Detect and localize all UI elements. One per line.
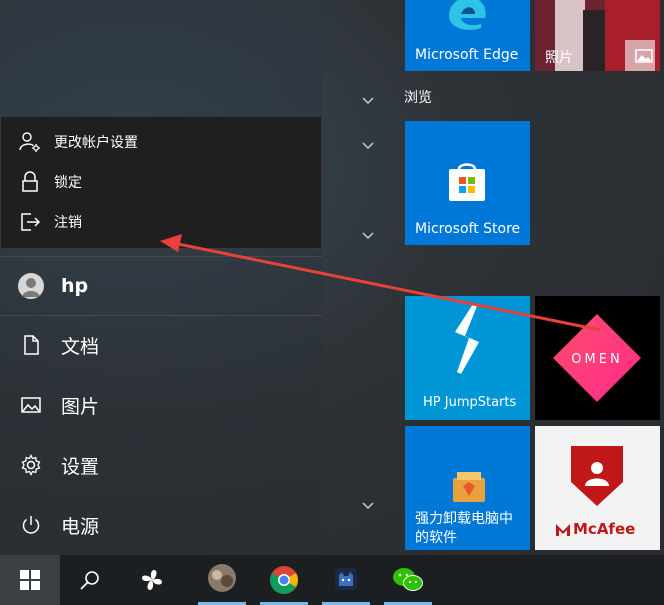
- tile-hp-jumpstarts[interactable]: HP JumpStarts: [405, 296, 530, 420]
- nav-documents-label: 文档: [61, 335, 100, 358]
- menu-item-change-account-settings[interactable]: 更改帐户设置: [1, 122, 321, 162]
- cat-app-icon: [335, 568, 357, 590]
- group-collapse-chevron-2[interactable]: [360, 140, 376, 152]
- group-collapse-chevron-3[interactable]: [360, 230, 376, 242]
- taskbar-app-cat[interactable]: [318, 555, 374, 605]
- nav-user-hp[interactable]: hp: [0, 256, 322, 316]
- nav-power-label: 电源: [61, 515, 100, 538]
- edge-icon: [449, 0, 486, 30]
- uninstaller-icon: [453, 472, 485, 502]
- nav-pictures[interactable]: 图片: [0, 376, 322, 434]
- taskbar-app-chrome[interactable]: [256, 555, 312, 605]
- tile-uninstaller-label-line1: 强力卸载电脑中: [415, 511, 513, 527]
- hp-jumpstarts-logo-icon: [455, 304, 479, 374]
- picture-icon: [21, 397, 41, 413]
- photo-app-icon: [208, 564, 236, 592]
- taskbar-app-wechat[interactable]: [380, 555, 436, 605]
- menu-item-label: 更改帐户设置: [54, 135, 138, 151]
- lock-icon: [22, 171, 38, 192]
- menu-item-lock[interactable]: 锁定: [1, 162, 321, 202]
- group-collapse-chevron-1[interactable]: [360, 95, 376, 107]
- omen-logo-icon: OMEN: [553, 314, 641, 402]
- document-icon: [24, 335, 39, 355]
- tile-uninstaller[interactable]: 强力卸载电脑中 的软件: [405, 426, 530, 550]
- search-icon: [80, 571, 99, 590]
- tile-microsoft-edge[interactable]: Microsoft Edge: [405, 0, 530, 71]
- tile-photos-label: 照片: [545, 50, 573, 66]
- tile-group-title-browse[interactable]: 浏览: [404, 87, 432, 107]
- tile-edge-label: Microsoft Edge: [415, 47, 519, 63]
- windows-start-icon: [20, 570, 40, 590]
- avatar: [18, 273, 44, 299]
- tile-hp-jumpstarts-label: HP JumpStarts: [423, 395, 517, 410]
- nav-settings-label: 设置: [61, 455, 100, 478]
- taskbar-start-button[interactable]: [0, 555, 60, 605]
- taskbar: [0, 555, 664, 605]
- taskbar-app-photos[interactable]: [194, 555, 250, 605]
- wechat-icon: [393, 568, 423, 591]
- power-icon: [22, 516, 40, 534]
- menu-item-label: 锁定: [54, 175, 82, 191]
- nav-power[interactable]: 电源: [0, 496, 322, 554]
- nav-documents[interactable]: 文档: [0, 316, 322, 374]
- mcafee-m-logo-icon: [556, 524, 570, 536]
- tile-store-label: Microsoft Store: [415, 221, 521, 237]
- menu-item-sign-out[interactable]: 注销: [1, 202, 321, 242]
- mcafee-shield-icon: [571, 446, 623, 506]
- chrome-icon: [270, 566, 298, 594]
- tile-microsoft-store[interactable]: Microsoft Store: [405, 121, 530, 245]
- photos-icon: [635, 49, 653, 63]
- tile-photos[interactable]: 照片: [535, 0, 660, 71]
- store-bag-icon: [449, 163, 485, 201]
- sign-out-icon: [21, 213, 41, 231]
- omen-logo-text: OMEN: [571, 352, 622, 367]
- account-popup-menu: 更改帐户设置 锁定 注销: [0, 116, 322, 249]
- menu-item-label: 注销: [54, 215, 82, 231]
- gear-icon: [21, 454, 41, 476]
- group-collapse-chevron-4[interactable]: [360, 500, 376, 512]
- tile-mcafee-label: McAfee: [573, 520, 636, 538]
- tile-uninstaller-label-line2: 的软件: [415, 530, 457, 546]
- tile-omen[interactable]: OMEN: [535, 296, 660, 420]
- taskbar-search-button[interactable]: [62, 555, 118, 605]
- pinwheel-app-icon: [141, 569, 163, 591]
- user-name: hp: [61, 275, 89, 297]
- tile-mcafee[interactable]: McAfee: [535, 426, 660, 550]
- taskbar-app-pinwheel[interactable]: [124, 555, 180, 605]
- nav-pictures-label: 图片: [61, 395, 100, 418]
- account-settings-icon: [19, 132, 40, 152]
- nav-settings[interactable]: 设置: [0, 436, 322, 494]
